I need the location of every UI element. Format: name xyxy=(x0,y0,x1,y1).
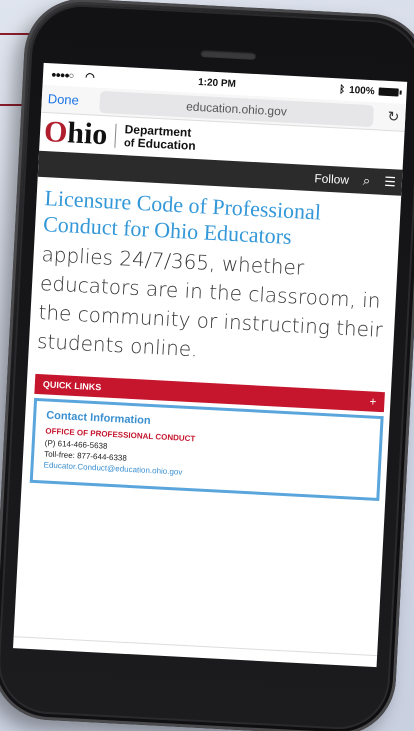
signal-strength-icon: ●●●●○ xyxy=(50,69,74,81)
bluetooth-icon: ᛒ xyxy=(338,83,346,96)
follow-button[interactable]: Follow xyxy=(314,171,349,187)
expand-plus-icon[interactable]: + xyxy=(369,394,377,408)
ohio-wordmark: Ohio xyxy=(43,115,109,152)
done-button[interactable]: Done xyxy=(47,91,100,109)
phone-screen: ●●●●○ ◠ 1:20 PM ᛒ 100% Done education.oh… xyxy=(13,62,408,668)
phone-device: ●●●●○ ◠ 1:20 PM ᛒ 100% Done education.oh… xyxy=(0,0,414,731)
battery-percent: 100% xyxy=(348,84,375,97)
lead-text: applies 24/7/365, whether educators are … xyxy=(36,241,384,362)
reload-icon[interactable]: ↻ xyxy=(373,107,400,125)
contact-info-box: Contact Information OFFICE OF PROFESSION… xyxy=(29,397,384,502)
status-time: 1:20 PM xyxy=(197,76,237,90)
menu-icon[interactable]: ☰ xyxy=(384,174,396,191)
quick-links-label: QUICK LINKS xyxy=(42,379,102,393)
url-text: education.ohio.gov xyxy=(185,98,288,119)
wifi-icon: ◠ xyxy=(84,70,96,84)
ohio-logo-o: O xyxy=(43,115,69,150)
department-name: Department of Education xyxy=(123,122,197,153)
search-icon[interactable]: ⌕ xyxy=(363,173,371,189)
ohio-logo-rest: hio xyxy=(66,116,109,152)
main-content: Licensure Code of Professional Conduct f… xyxy=(28,177,401,375)
department-education: Education xyxy=(137,135,197,153)
department-of: of xyxy=(123,137,135,150)
battery-icon xyxy=(378,87,399,97)
logo-divider xyxy=(114,123,117,148)
